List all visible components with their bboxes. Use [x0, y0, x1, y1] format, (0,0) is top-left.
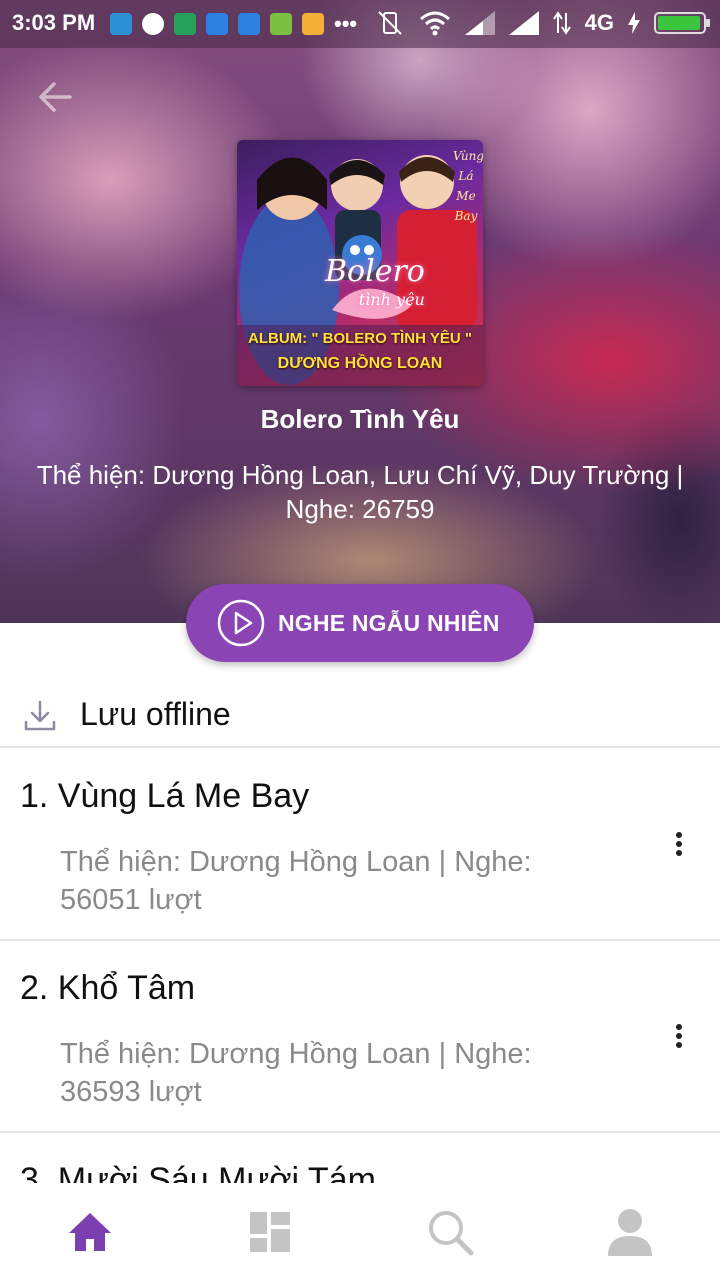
battery-icon: [654, 12, 710, 34]
album-title: Bolero Tình Yêu: [260, 404, 460, 434]
app-icon: [270, 13, 292, 35]
cover-artist-line: DƯƠNG HỒNG LOAN: [277, 355, 443, 372]
search-icon: [429, 1210, 474, 1255]
song-item[interactable]: 1. Vùng Lá Me Bay Thể hiện: Dương Hồng L…: [0, 749, 720, 941]
shuffle-play-button[interactable]: NGHE NGẪU NHIÊN: [186, 584, 534, 662]
system-icons: 4G: [375, 8, 710, 38]
song-artist: Thể hiện: Dương Hồng Loan | Nghe: 56051 …: [60, 846, 532, 916]
app-icon: [302, 13, 324, 35]
battery-level: [658, 16, 700, 30]
album-header: 3:03 PM ••• 4G Vùng Lá Me Bay Bolero tìn…: [0, 0, 720, 623]
save-offline-button[interactable]: Lưu offline: [0, 688, 720, 746]
cover-side-title: Vùng Lá Me Bay: [453, 149, 483, 223]
download-icon: [174, 13, 196, 35]
song-title: 1. Vùng Lá Me Bay: [20, 777, 310, 815]
back-button[interactable]: [30, 72, 80, 122]
song-title: 3. Mười Sáu Mười Tám: [20, 1161, 376, 1183]
arrow-left-icon: [39, 82, 72, 112]
user-icon: [608, 1208, 652, 1256]
notification-icons: •••: [110, 13, 357, 35]
home-icon: [69, 1212, 111, 1251]
cover-logo: Bolero tình yêu: [325, 257, 425, 314]
hotspot-icon: [206, 13, 228, 35]
album-cover: Vùng Lá Me Bay Bolero tình yêu ALBUM: " …: [237, 140, 483, 386]
more-dots-icon: •••: [334, 11, 358, 36]
battery-tip: [706, 19, 710, 27]
google-icon: [142, 13, 164, 35]
song-artist: Thể hiện: Dương Hồng Loan | Nghe: 36593 …: [60, 1038, 532, 1108]
charging-icon: [628, 12, 640, 34]
song-item[interactable]: 2. Khổ Tâm Thể hiện: Dương Hồng Loan | N…: [0, 941, 720, 1133]
signal-icon: [508, 11, 539, 35]
divider: [0, 746, 720, 748]
download-icon: [24, 700, 56, 731]
save-offline-label: Lưu offline: [80, 696, 231, 732]
status-time: 3:03 PM: [12, 10, 96, 35]
data-arrows-icon: [552, 11, 571, 35]
status-bar: 3:03 PM ••• 4G: [0, 0, 720, 48]
nav-search[interactable]: [360, 1183, 540, 1280]
play-circle-icon: [217, 599, 265, 647]
shuffle-play-label: NGHE NGẪU NHIÊN: [278, 609, 500, 636]
nav-home[interactable]: [0, 1183, 180, 1280]
wifi-icon: [419, 11, 450, 36]
vibrate-off-icon: [377, 11, 402, 35]
usb-icon: [110, 13, 132, 35]
nav-profile[interactable]: [540, 1183, 720, 1280]
cover-album-line: ALBUM: " BOLERO TÌNH YÊU ": [248, 330, 472, 347]
signal-icon: [464, 11, 495, 35]
cover-logo-sub: tình yêu: [358, 290, 425, 309]
more-options-icon[interactable]: [664, 1021, 694, 1055]
album-meta: Thể hiện: Dương Hồng Loan, Lưu Chí Vỹ, D…: [36, 460, 684, 524]
song-item[interactable]: 3. Mười Sáu Mười Tám: [0, 1133, 720, 1183]
song-title: 2. Khổ Tâm: [20, 969, 196, 1007]
nav-browse[interactable]: [180, 1183, 360, 1280]
cover-logo-text: Bolero: [325, 254, 425, 289]
song-list: 1. Vùng Lá Me Bay Thể hiện: Dương Hồng L…: [0, 749, 720, 1183]
hotspot-icon: [238, 13, 260, 35]
network-type: 4G: [584, 10, 614, 35]
more-options-icon[interactable]: [664, 829, 694, 863]
grid-icon: [250, 1211, 290, 1252]
bottom-nav: [0, 1183, 720, 1280]
